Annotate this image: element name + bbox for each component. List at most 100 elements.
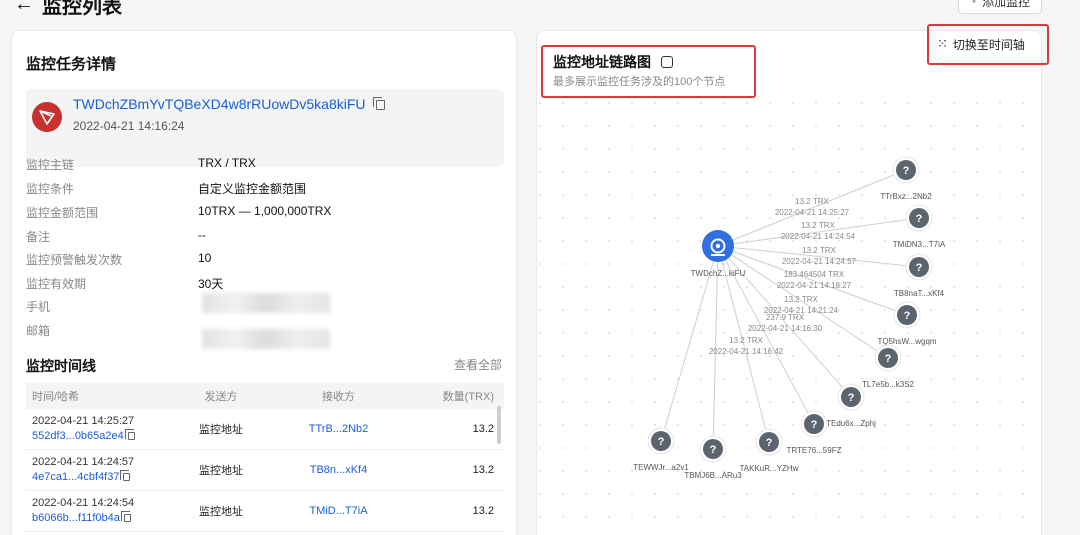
field-value: 10TRX — 1,000,000TRX	[198, 204, 332, 218]
edge-time-label: 2022-04-21 14:24:54	[781, 232, 856, 241]
row-amount: 13.2	[472, 505, 494, 517]
edge-amount-label: 13.2 TRX	[729, 336, 763, 345]
row-time: 2022-04-21 14:25:27	[32, 415, 135, 427]
unknown-node-icon: ?	[903, 165, 910, 177]
back-arrow-icon[interactable]: ←	[14, 0, 34, 16]
graph-title-text: 监控地址链路图	[553, 54, 651, 70]
email-redacted	[202, 329, 330, 349]
graph-node-label: TB8naT...xKf4	[894, 289, 945, 298]
unknown-node-icon: ?	[710, 444, 717, 456]
monitored-node[interactable]	[702, 230, 734, 262]
graph-header-highlight: 监控地址链路图 最多展示监控任务涉及的100个节点	[541, 45, 756, 98]
row-receiver[interactable]: TTrB...2Nb2	[276, 423, 401, 435]
address-link-graph[interactable]: 13.2 TRX 2022-04-21 14:25:27 13.2 TRX 2022-…	[537, 100, 1037, 532]
row-hash-text: 552df3...0b65a2e4	[32, 430, 124, 442]
monitored-address[interactable]: TWDchZBmYvTQBeXD4w8rRUowDv5ka8kiFU	[73, 96, 385, 112]
monitor-detail-card: 监控任务详情 TWDchZBmYvTQBeXD4w8rRUowDv5ka8kiF…	[11, 30, 517, 535]
timeline-table: 时间/哈希 发送方 接收方 数量(TRX) 2022-04-21 14:25:2…	[26, 383, 504, 532]
edge-amount-label: 13.2 TRX	[801, 221, 835, 230]
graph-title: 监控地址链路图	[553, 52, 673, 72]
graph-subtitle: 最多展示监控任务涉及的100个节点	[553, 76, 726, 88]
graph-node-label: TEWWJr...a2v1	[633, 463, 689, 472]
detail-title: 监控任务详情	[26, 56, 117, 73]
field-label: 备注	[26, 230, 51, 244]
edge-time-label: 2022-04-21 14:16:30	[748, 324, 823, 333]
row-amount: 13.2	[472, 464, 494, 476]
col-receiver: 接收方	[322, 391, 355, 403]
table-row: 2022-04-21 14:24:57 4e7ca1...4cbf4f37 监控地…	[26, 450, 504, 491]
field-label: 监控金额范围	[26, 206, 99, 220]
copy-icon[interactable]	[120, 511, 131, 523]
timeline-title: 监控时间线	[26, 358, 96, 374]
field-label: 监控有效期	[26, 277, 87, 291]
edge-amount-label: 237.9 TRX	[766, 313, 805, 322]
graph-node-label: TTrBxz...2Nb2	[880, 192, 932, 201]
field-value: 10	[198, 251, 212, 265]
unknown-node-icon: ?	[658, 436, 665, 448]
row-hash-text: 4e7ca1...4cbf4f37	[32, 471, 120, 483]
row-amount: 13.2	[472, 423, 494, 435]
page-title: 监控列表	[42, 0, 122, 18]
address-summary: TWDchZBmYvTQBeXD4w8rRUowDv5ka8kiFU 2022-…	[26, 89, 504, 167]
row-hash-text: b6066b...f11f0b4a	[32, 512, 120, 524]
graph-node-label: TL7e5b...k3S2	[862, 380, 915, 389]
add-monitor-button[interactable]: ♀ 添加监控	[958, 0, 1042, 14]
copy-icon[interactable]	[124, 429, 135, 441]
monitored-address-text: TWDchZBmYvTQBeXD4w8rRUowDv5ka8kiFU	[73, 96, 366, 112]
copy-icon[interactable]	[120, 470, 131, 482]
add-monitor-label: 添加监控	[982, 0, 1031, 9]
field-label: 监控主链	[26, 158, 75, 172]
field-label: 监控条件	[26, 182, 75, 196]
switch-timeline-label: 切换至时间轴	[952, 37, 1025, 52]
edge-time-label: 2022-04-21 14:16:42	[709, 347, 784, 356]
edge-amount-label: 13.2 TRX	[784, 295, 818, 304]
page-header: ← 监控列表	[14, 0, 122, 19]
monitored-node-label: TWDchZ...kiFU	[691, 269, 746, 278]
row-time: 2022-04-21 14:24:57	[32, 456, 135, 468]
unknown-node-icon: ?	[848, 392, 855, 404]
edge-time-label: 2022-04-21 14:18:27	[777, 281, 852, 290]
row-receiver[interactable]: TB8n...xKf4	[276, 464, 401, 476]
table-header: 时间/哈希 发送方 接收方 数量(TRX)	[26, 383, 504, 409]
table-row: 2022-04-21 14:25:27 552df3...0b65a2e4 监控地…	[26, 409, 504, 450]
graph-node-label: TEdu6x...Zphj	[826, 419, 876, 428]
row-receiver[interactable]: TMiD...T7iA	[276, 505, 401, 517]
reset-view-icon[interactable]	[661, 56, 673, 68]
field-label: 监控预警触发次数	[26, 253, 123, 267]
row-time: 2022-04-21 14:24:54	[32, 497, 135, 509]
table-scrollbar[interactable]	[497, 406, 501, 444]
table-row: 2022-04-21 14:24:54 b6066b...f11f0b4a 监控地…	[26, 491, 504, 532]
col-sender: 发送方	[204, 391, 238, 403]
graph-node-label: TAKKuR...YZHw	[740, 464, 799, 473]
row-hash[interactable]: 4e7ca1...4cbf4f37	[32, 470, 166, 485]
field-label: 手机	[26, 300, 51, 314]
unknown-node-icon: ?	[766, 437, 773, 449]
row-hash[interactable]: b6066b...f11f0b4a	[32, 511, 166, 526]
row-sender: 监控地址	[199, 424, 243, 436]
switch-timeline-button[interactable]: ⁙ 切换至时间轴	[937, 32, 1025, 56]
graph-node-label: TRTE76...59FZ	[787, 446, 842, 455]
copy-icon[interactable]	[372, 97, 385, 111]
edge-time-label: 2022-04-21 14:25:27	[775, 208, 850, 217]
edge-amount-label: 13.2 TRX	[802, 246, 836, 255]
field-value: --	[198, 228, 206, 242]
switch-icon: ⁙	[937, 36, 948, 51]
view-all-link[interactable]: 查看全部	[454, 356, 502, 373]
field-value: 30天	[198, 277, 224, 291]
row-sender: 监控地址	[199, 465, 243, 477]
field-value: TRX / TRX	[198, 156, 256, 170]
unknown-node-icon: ?	[885, 353, 892, 365]
edge-amount-label: 13.2 TRX	[795, 197, 829, 206]
col-time-hash: 时间/哈希	[32, 391, 80, 403]
field-value: 自定义监控金额范围	[198, 182, 307, 196]
field-label: 邮箱	[26, 324, 51, 338]
row-hash[interactable]: 552df3...0b65a2e4	[32, 429, 166, 444]
switch-highlight: ⁙ 切换至时间轴	[927, 24, 1049, 65]
graph-node-label: TMiDN3...T7iA	[893, 240, 946, 249]
created-time: 2022-04-21 14:16:24	[73, 119, 185, 133]
edge-time-label: 2022-04-21 14:24:57	[782, 257, 857, 266]
unknown-node-icon: ?	[811, 419, 818, 431]
row-sender: 监控地址	[199, 506, 243, 518]
unknown-node-icon: ?	[916, 213, 923, 225]
col-amount: 数量(TRX)	[442, 391, 494, 403]
